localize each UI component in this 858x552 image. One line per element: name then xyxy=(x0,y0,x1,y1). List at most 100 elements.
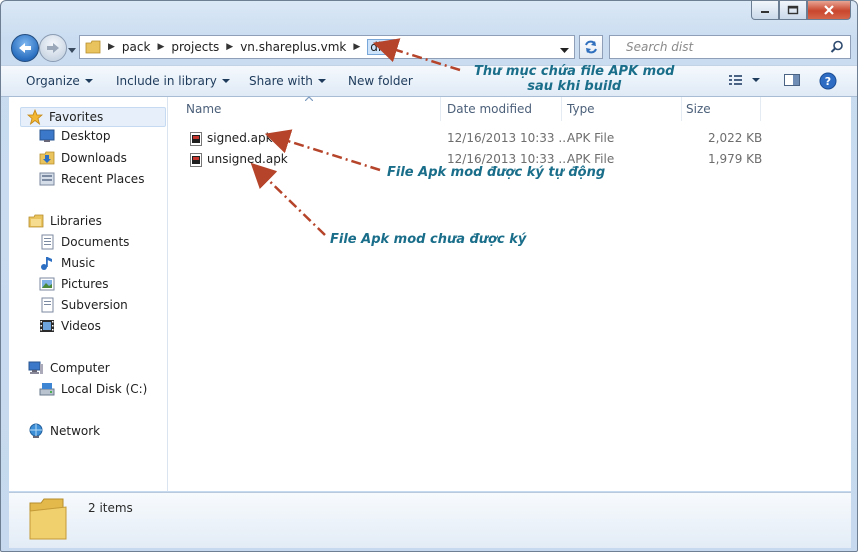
include-in-library-label: Include in library xyxy=(116,74,217,88)
breadcrumb-separator-icon[interactable]: ▶ xyxy=(353,42,360,52)
nav-item-label: Music xyxy=(61,256,96,270)
nav-item-label: Downloads xyxy=(61,151,127,165)
apk-file-icon xyxy=(190,132,202,146)
nav-item-documents[interactable]: Documents xyxy=(39,234,129,250)
navigation-bar: ▶ pack ▶ projects ▶ vn.shareplus.vmk ▶ d… xyxy=(11,34,851,62)
nav-item-label: Desktop xyxy=(61,129,111,143)
file-size: 2,022 KB xyxy=(708,131,763,145)
window-controls xyxy=(751,1,851,20)
view-details-icon xyxy=(729,75,760,85)
computer-icon xyxy=(28,361,43,374)
item-count: 2 items xyxy=(88,501,133,515)
documents-icon xyxy=(41,234,54,250)
breadcrumb-separator-icon: ▶ xyxy=(108,42,115,52)
include-in-library-menu[interactable]: Include in library xyxy=(116,74,230,88)
preview-pane-icon xyxy=(784,74,800,86)
downloads-icon xyxy=(39,151,55,165)
folder-icon xyxy=(29,498,67,540)
apk-file-icon xyxy=(190,153,202,167)
share-with-label: Share with xyxy=(249,74,313,88)
breadcrumb-item[interactable]: pack xyxy=(122,40,151,54)
recent-pages-dropdown[interactable] xyxy=(68,43,76,57)
file-date: 12/16/2013 10:33 ... xyxy=(447,131,570,145)
refresh-icon xyxy=(585,40,597,54)
navigation-pane: Favorites Desktop Downloads Recent Place… xyxy=(9,97,168,491)
nav-item-subversion[interactable]: Subversion xyxy=(39,297,128,313)
nav-item-videos[interactable]: Videos xyxy=(39,318,101,334)
search-icon xyxy=(830,40,843,53)
arrow-left-icon xyxy=(19,43,31,53)
recent-places-icon xyxy=(39,172,55,186)
table-row[interactable]: signed.apk 12/16/2013 10:33 ... APK File… xyxy=(168,128,851,149)
back-button[interactable] xyxy=(11,34,39,62)
refresh-button[interactable] xyxy=(579,35,603,59)
help-button[interactable]: ? xyxy=(819,72,837,93)
nav-libraries[interactable]: Libraries xyxy=(28,213,102,229)
chevron-down-icon xyxy=(84,79,93,83)
maximize-button[interactable] xyxy=(779,1,807,20)
file-list: Name Date modified Type Size signed.apk … xyxy=(168,96,851,491)
nav-item-music[interactable]: Music xyxy=(39,255,95,271)
breadcrumb-current[interactable]: dist xyxy=(367,39,396,55)
maximize-icon xyxy=(787,5,799,15)
nav-item-local-disk[interactable]: Local Disk (C:) xyxy=(39,381,147,397)
nav-item-recent-places[interactable]: Recent Places xyxy=(39,171,144,187)
organize-label: Organize xyxy=(26,74,80,88)
nav-item-downloads[interactable]: Downloads xyxy=(39,150,127,166)
breadcrumb-separator-icon[interactable]: ▶ xyxy=(157,42,164,52)
minimize-button[interactable] xyxy=(751,1,779,20)
breadcrumb-item[interactable]: projects xyxy=(171,40,219,54)
breadcrumb-separator-icon[interactable]: ▶ xyxy=(226,42,233,52)
nav-favorites-label: Favorites xyxy=(49,110,104,124)
address-history-dropdown[interactable] xyxy=(560,43,569,57)
file-name: signed.apk xyxy=(207,131,273,145)
nav-network-label: Network xyxy=(50,424,101,438)
subversion-icon xyxy=(41,297,54,313)
arrow-right-icon xyxy=(47,43,59,53)
help-icon: ? xyxy=(819,72,837,90)
libraries-icon xyxy=(28,214,44,228)
chevron-down-icon xyxy=(68,48,76,53)
close-icon xyxy=(824,5,834,15)
annotation-folder-line1: Thư mục chứa file APK mod xyxy=(474,64,675,79)
nav-computer[interactable]: Computer xyxy=(28,360,110,376)
breadcrumb-item[interactable]: vn.shareplus.vmk xyxy=(240,40,346,54)
annotation-unsigned: File Apk mod chưa được ký xyxy=(330,232,527,247)
videos-icon xyxy=(40,320,54,332)
folder-icon xyxy=(85,40,101,54)
search-box[interactable] xyxy=(609,35,851,59)
column-header-size[interactable]: Size xyxy=(682,97,761,121)
nav-item-label: Videos xyxy=(61,319,101,333)
close-button[interactable] xyxy=(807,1,851,20)
address-bar[interactable]: ▶ pack ▶ projects ▶ vn.shareplus.vmk ▶ d… xyxy=(79,35,575,59)
desktop-icon xyxy=(39,129,55,142)
column-header-type[interactable]: Type xyxy=(563,97,682,121)
annotation-folder-line2: sau khi build xyxy=(527,79,622,94)
chevron-down-icon xyxy=(221,79,230,83)
organize-menu[interactable]: Organize xyxy=(26,74,93,88)
nav-item-label: Documents xyxy=(61,235,130,249)
pictures-icon xyxy=(39,277,55,291)
star-icon xyxy=(27,109,43,125)
preview-pane-button[interactable] xyxy=(783,72,801,91)
share-with-menu[interactable]: Share with xyxy=(249,74,326,88)
chevron-down-icon xyxy=(317,79,326,83)
nav-network[interactable]: Network xyxy=(28,423,100,439)
svg-text:?: ? xyxy=(825,75,831,88)
column-header-name[interactable]: Name xyxy=(182,97,441,121)
music-icon xyxy=(41,257,52,270)
details-pane: 2 items xyxy=(9,492,851,548)
change-view-button[interactable] xyxy=(727,72,761,91)
nav-item-label: Pictures xyxy=(61,277,109,291)
search-input[interactable] xyxy=(610,36,826,58)
nav-favorites[interactable]: Favorites xyxy=(20,107,166,127)
new-folder-button[interactable]: New folder xyxy=(348,74,413,88)
forward-button[interactable] xyxy=(39,34,67,62)
file-type: APK File xyxy=(567,131,615,145)
nav-item-desktop[interactable]: Desktop xyxy=(39,129,111,143)
nav-item-pictures[interactable]: Pictures xyxy=(39,276,109,292)
explorer-window: ▶ pack ▶ projects ▶ vn.shareplus.vmk ▶ d… xyxy=(0,0,858,552)
nav-libraries-label: Libraries xyxy=(50,214,102,228)
column-header-date-modified[interactable]: Date modified xyxy=(443,97,562,121)
command-bar: Organize Include in library Share with N… xyxy=(1,65,857,97)
